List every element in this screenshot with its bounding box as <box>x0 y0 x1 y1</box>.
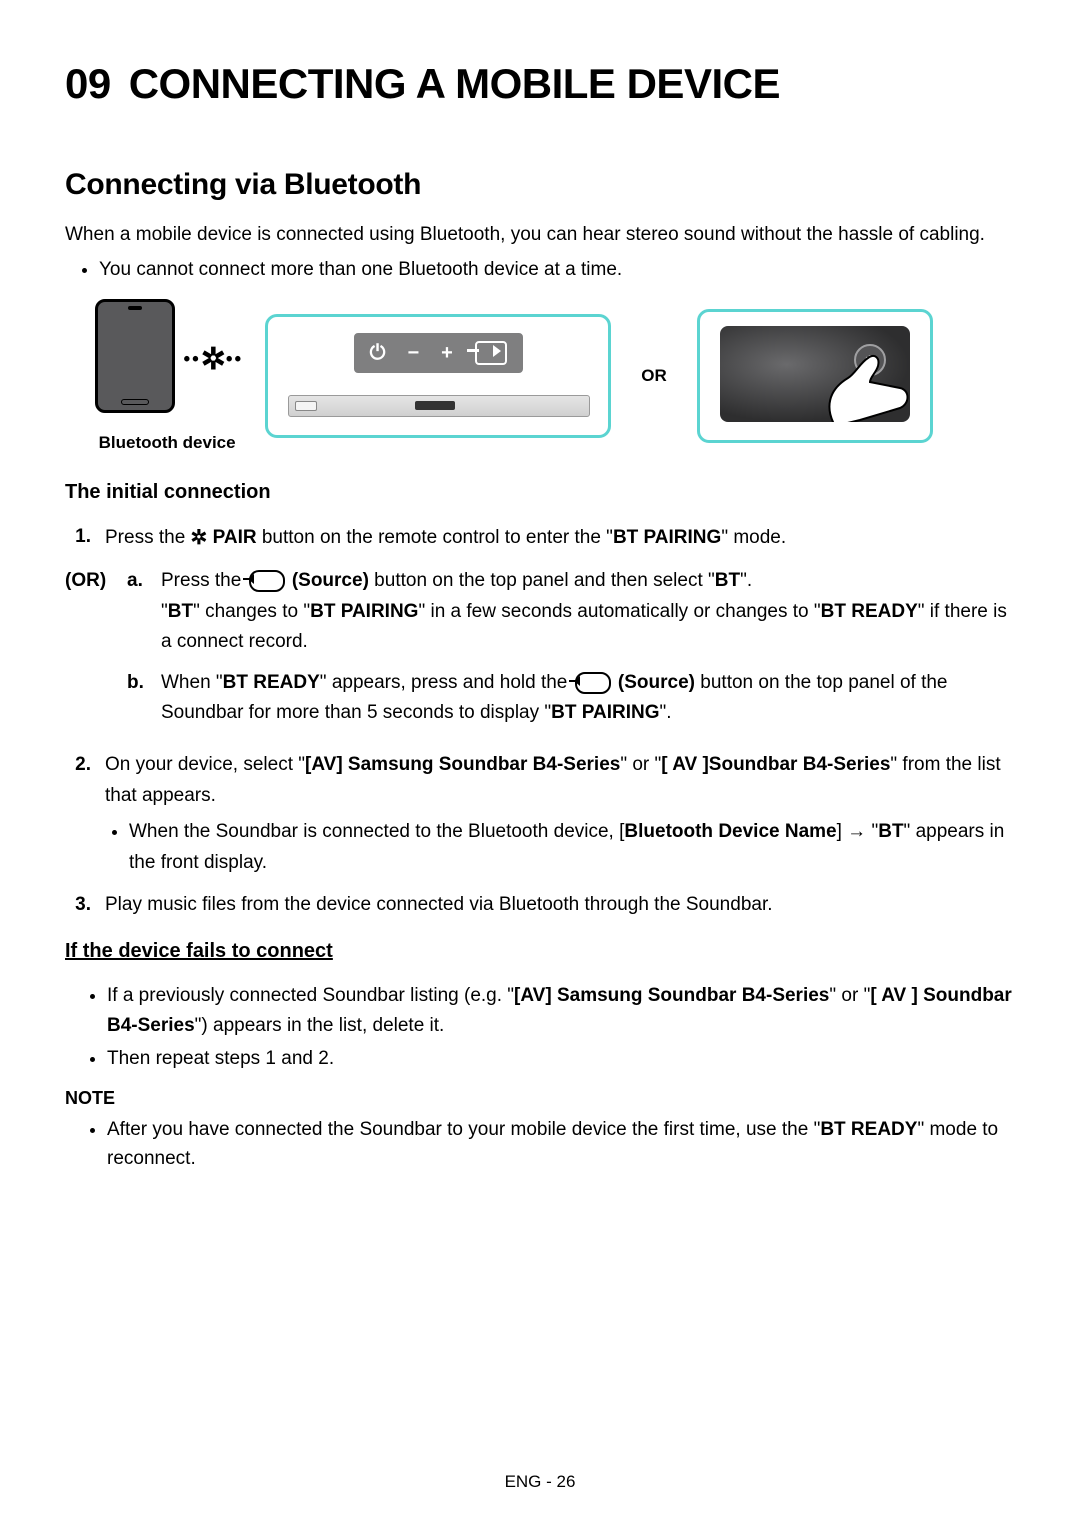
step-2-bullets: When the Soundbar is connected to the Bl… <box>105 817 1015 878</box>
hand-icon <box>820 348 910 422</box>
soundbar-body-icon <box>288 395 590 417</box>
fail-bullet-2: Then repeat steps 1 and 2. <box>107 1044 1015 1073</box>
initial-steps: 1. Press the ✲ PAIR button on the remote… <box>65 522 1015 920</box>
intro-bullet-list: You cannot connect more than one Bluetoo… <box>75 255 1015 284</box>
note-bullet: After you have connected the Soundbar to… <box>107 1115 1015 1174</box>
bluetooth-device-figure: ••✲•• Bluetooth device <box>95 299 239 454</box>
source-icon <box>249 570 285 592</box>
step-b-text: When "BT READY" appears, press and hold … <box>161 668 1015 729</box>
soundbar-diagram: ⏻ − + <box>265 314 611 438</box>
step-2-bullet: When the Soundbar is connected to the Bl… <box>129 817 1015 878</box>
or-sublist: a. Press the (Source) button on the top … <box>127 566 1015 738</box>
step-3: 3. Play music files from the device conn… <box>65 890 1015 920</box>
step-b: b. When "BT READY" appears, press and ho… <box>127 668 1015 729</box>
power-icon: ⏻ <box>370 342 386 365</box>
intro-paragraph: When a mobile device is connected using … <box>65 220 1015 249</box>
initial-connection-heading: The initial connection <box>65 481 1015 504</box>
manual-page: 09 CONNECTING A MOBILE DEVICE Connecting … <box>0 0 1080 1532</box>
note-bullets: After you have connected the Soundbar to… <box>83 1115 1015 1174</box>
remote-diagram: ✱ <box>697 309 933 443</box>
connection-diagram: ••✲•• Bluetooth device ⏻ − + OR ✱ <box>95 299 1015 454</box>
step-or: (OR) a. Press the (Source) button on the… <box>65 566 1015 738</box>
source-icon <box>575 672 611 694</box>
step-1-text: Press the ✲ PAIR button on the remote co… <box>105 522 786 554</box>
step-a: a. Press the (Source) button on the top … <box>127 566 1015 657</box>
step-3-text: Play music files from the device connect… <box>105 890 773 920</box>
phone-icon <box>95 299 175 413</box>
page-footer: ENG - 26 <box>0 1472 1080 1492</box>
step-1: 1. Press the ✲ PAIR button on the remote… <box>65 522 1015 554</box>
bluetooth-icon: ✲ <box>191 527 208 549</box>
step-2: 2. On your device, select "[AV] Samsung … <box>65 750 1015 878</box>
chapter-heading: CONNECTING A MOBILE DEVICE <box>129 60 780 107</box>
section-title: Connecting via Bluetooth <box>65 168 1015 202</box>
chapter-title: 09 CONNECTING A MOBILE DEVICE <box>65 60 1015 108</box>
step-2-text: On your device, select "[AV] Samsung Sou… <box>105 750 1015 878</box>
soundbar-top-panel: ⏻ − + <box>352 331 525 375</box>
bluetooth-signal-icon: ••✲•• <box>183 342 243 377</box>
remote-image: ✱ <box>720 326 910 422</box>
minus-icon: − <box>407 342 419 365</box>
step-a-text: Press the (Source) button on the top pan… <box>161 566 1015 657</box>
fail-heading: If the device fails to connect <box>65 940 1015 963</box>
fail-bullets: If a previously connected Soundbar listi… <box>83 981 1015 1073</box>
fail-bullet-1: If a previously connected Soundbar listi… <box>107 981 1015 1040</box>
source-icon <box>475 341 507 365</box>
note-heading: NOTE <box>65 1088 1015 1109</box>
or-separator: OR <box>641 366 667 386</box>
intro-bullet: You cannot connect more than one Bluetoo… <box>99 255 1015 284</box>
chapter-number: 09 <box>65 60 111 107</box>
plus-icon: + <box>441 342 453 365</box>
bluetooth-device-caption: Bluetooth device <box>95 433 239 453</box>
